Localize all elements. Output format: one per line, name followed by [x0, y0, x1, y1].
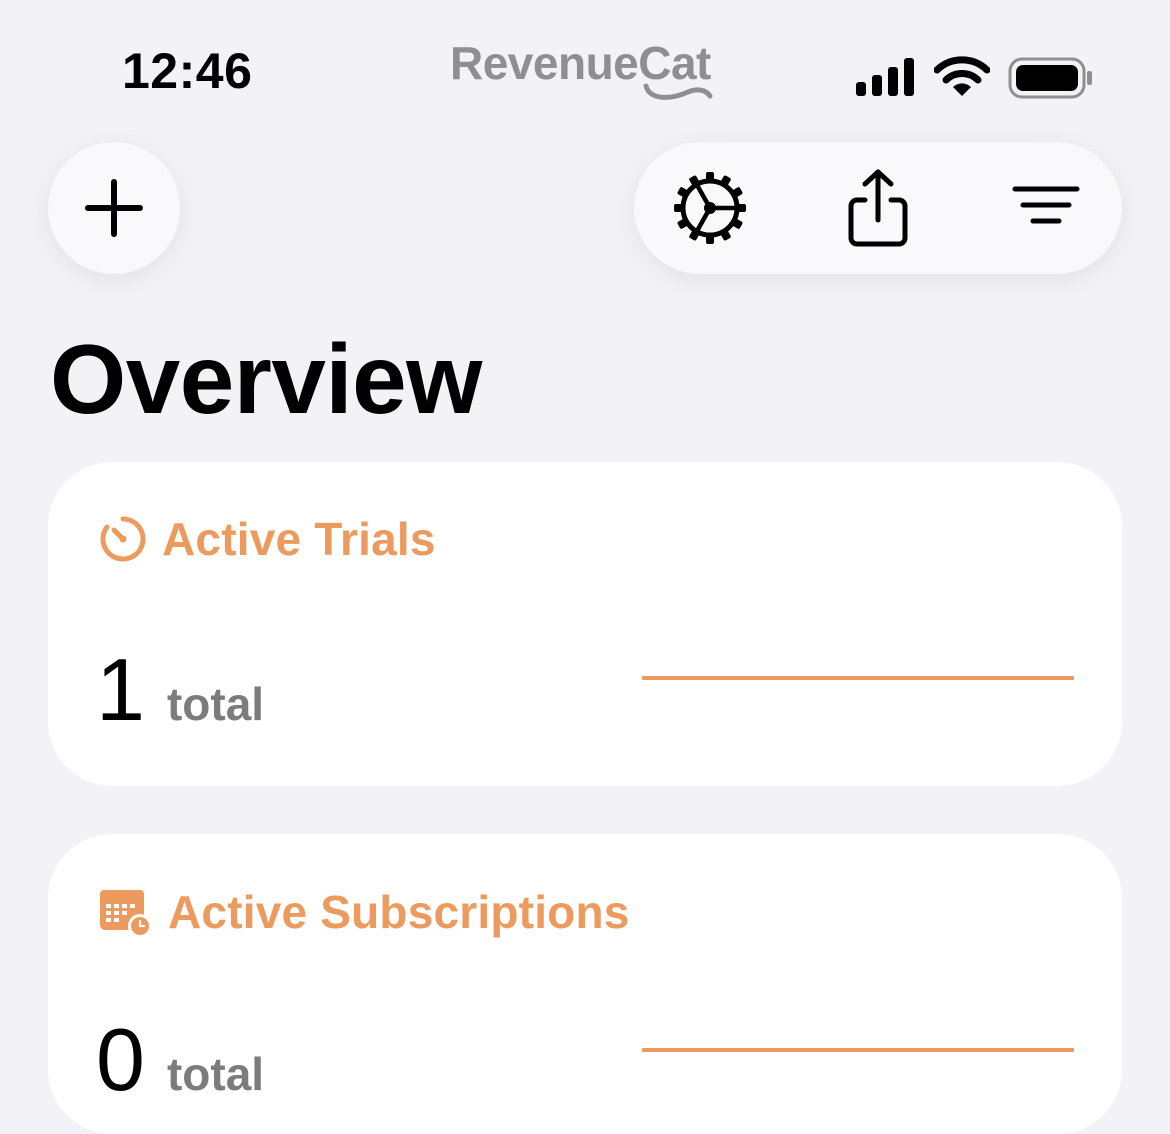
status-bar: 12:46 RevenueCat — [0, 0, 1170, 130]
status-time: 12:46 — [122, 43, 253, 99]
wifi-icon — [934, 56, 990, 96]
metric-unit: total — [166, 1048, 265, 1100]
calendar-icon — [100, 890, 152, 938]
gear-icon — [674, 172, 746, 244]
metric: 1 total — [96, 646, 264, 734]
metric-value: 1 — [96, 640, 145, 739]
settings-button[interactable] — [650, 142, 770, 274]
metric: 0 total — [96, 1016, 264, 1104]
card-title: Active Trials — [162, 513, 436, 565]
toolbar-actions — [634, 142, 1122, 274]
add-button[interactable] — [48, 142, 180, 274]
plus-icon — [85, 179, 143, 237]
battery-icon — [1008, 57, 1092, 99]
trend-sparkline — [642, 676, 1074, 680]
cellular-signal-icon — [856, 58, 914, 96]
metric-value: 0 — [96, 1010, 145, 1109]
share-icon — [848, 169, 908, 247]
filter-button[interactable] — [986, 142, 1106, 274]
card-header: Active Subscriptions — [98, 886, 630, 938]
filter-lines-icon — [1012, 186, 1080, 224]
page-title: Overview — [50, 324, 482, 434]
card-title: Active Subscriptions — [168, 886, 630, 938]
active-trials-card[interactable]: Active Trials 1 total — [48, 462, 1122, 786]
share-button[interactable] — [818, 142, 938, 274]
trend-sparkline — [642, 1048, 1074, 1052]
card-header: Active Trials — [98, 514, 436, 564]
metric-unit: total — [166, 678, 265, 730]
active-subscriptions-card[interactable]: Active Subscriptions 0 total — [48, 834, 1122, 1134]
brand-logo-swoosh-icon — [643, 83, 713, 100]
timer-icon — [100, 516, 146, 562]
